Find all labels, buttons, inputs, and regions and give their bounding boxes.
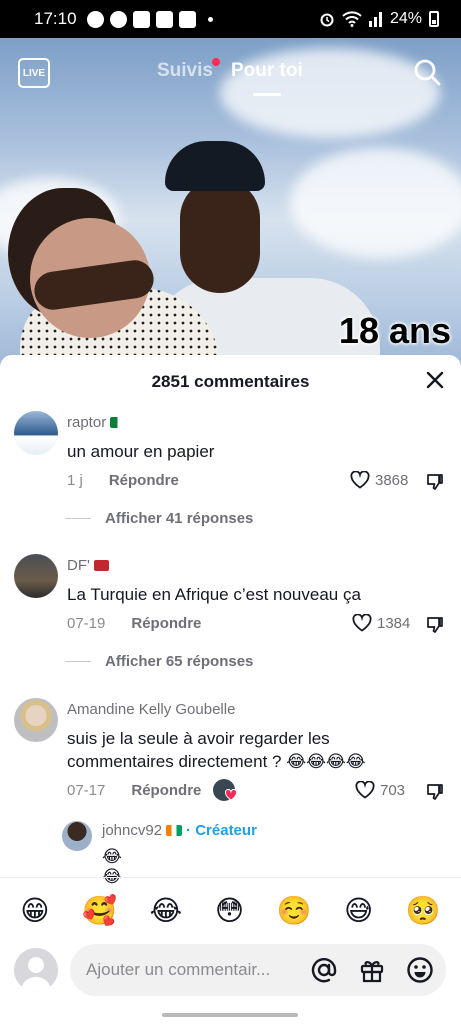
shazam-notification-icon bbox=[109, 10, 127, 28]
emoji-hearts[interactable]: 🥰 bbox=[82, 896, 117, 925]
morocco-flag-icon bbox=[93, 560, 109, 571]
comment-meta: 07-19 Répondre bbox=[67, 615, 201, 632]
alarm-icon bbox=[320, 13, 334, 27]
video-caption: 18 ans bbox=[338, 310, 451, 351]
comment-item: raptor un amour en papier 1 j Répondre 3… bbox=[0, 408, 461, 548]
gift-icon[interactable] bbox=[358, 956, 386, 984]
username-text: Amandine Kelly Goubelle bbox=[67, 701, 236, 718]
like-button[interactable]: 1384 bbox=[352, 614, 410, 632]
my-avatar[interactable] bbox=[14, 948, 58, 992]
like-button[interactable]: 703 bbox=[355, 781, 405, 799]
cloud bbox=[290, 148, 461, 258]
creator-avatar[interactable] bbox=[62, 821, 92, 851]
like-button[interactable]: 3868 bbox=[350, 471, 408, 489]
emoji-grin[interactable]: 😁 bbox=[20, 896, 49, 925]
replies-divider bbox=[65, 518, 91, 519]
like-count: 703 bbox=[380, 781, 406, 799]
checkbox-notification-icon bbox=[132, 10, 150, 28]
comments-count-title: 2851 commentaires bbox=[151, 372, 310, 391]
heart-icon bbox=[352, 614, 372, 632]
live-label: LIVE bbox=[22, 67, 46, 79]
view-replies-button[interactable]: Afficher 65 réponses bbox=[65, 653, 253, 670]
comment-date: 1 j bbox=[67, 472, 83, 489]
like-count: 1384 bbox=[377, 614, 411, 632]
emoji-pleading[interactable]: 🥺 bbox=[406, 896, 441, 925]
comment-text: un amour en papier bbox=[67, 442, 215, 461]
tab-following[interactable]: Suivis bbox=[157, 60, 213, 82]
emoji-joy[interactable]: 😂 bbox=[150, 896, 183, 925]
default-avatar-icon bbox=[20, 957, 52, 992]
status-time: 17:10 bbox=[34, 9, 77, 28]
comment-username[interactable]: Amandine Kelly Goubelle bbox=[67, 701, 235, 718]
app-notification-icon bbox=[86, 10, 104, 28]
replies-divider bbox=[65, 661, 91, 662]
more-notifications-icon bbox=[207, 16, 213, 22]
comment-meta: 07-17 Répondre bbox=[67, 782, 201, 799]
comment-username[interactable]: raptor bbox=[67, 414, 126, 431]
algeria-flag-icon bbox=[110, 417, 126, 428]
creator-tag: · Créateur bbox=[186, 822, 257, 839]
username-text: DF' bbox=[67, 557, 90, 574]
dislike-icon[interactable] bbox=[425, 615, 445, 635]
dislike-icon[interactable] bbox=[425, 782, 445, 802]
comment-meta: 1 j Répondre bbox=[67, 472, 179, 489]
emoji-flushed[interactable]: 😳 bbox=[215, 896, 244, 925]
ivory-coast-flag-icon bbox=[166, 825, 183, 836]
signal-icon bbox=[368, 12, 382, 27]
view-replies-label: Afficher 65 réponses bbox=[105, 653, 254, 670]
top-nav: LIVE Suivis Pour toi bbox=[0, 38, 461, 108]
heart-icon bbox=[350, 471, 370, 489]
user-avatar[interactable] bbox=[14, 554, 58, 598]
emoji-smiling[interactable]: ☺️ bbox=[277, 896, 312, 925]
comment-date: 07-19 bbox=[67, 615, 106, 632]
news-notification-icon bbox=[155, 10, 173, 28]
username-text: raptor bbox=[67, 414, 107, 431]
reply-button[interactable]: Répondre bbox=[131, 782, 201, 799]
emoji-sweat-smile[interactable]: 😅 bbox=[344, 896, 373, 925]
active-tab-indicator bbox=[253, 93, 281, 96]
close-icon[interactable] bbox=[424, 369, 446, 391]
live-button[interactable]: LIVE bbox=[18, 58, 50, 88]
comment-username[interactable]: DF' bbox=[67, 557, 109, 574]
dislike-icon[interactable] bbox=[425, 472, 445, 492]
heart-icon bbox=[225, 789, 237, 801]
gallery-notification-icon bbox=[178, 10, 196, 28]
comment-item: DF' La Turquie en Afrique c’est nouveau … bbox=[0, 551, 461, 691]
home-indicator[interactable] bbox=[162, 1013, 298, 1017]
comment-text: La Turquie en Afrique c’est nouveau ça bbox=[67, 585, 361, 604]
reply-button[interactable]: Répondre bbox=[109, 472, 179, 489]
comment-input-row bbox=[0, 943, 461, 1003]
liked-by-creator-badge bbox=[213, 779, 237, 803]
comment-text: suis je la seule à avoir regarder les co… bbox=[67, 729, 366, 771]
reply-username[interactable]: johncv92 · Créateur bbox=[102, 822, 257, 839]
system-icons: 24% bbox=[319, 10, 439, 28]
comment-input[interactable] bbox=[70, 944, 446, 996]
quick-emoji-bar: 😁 🥰 😂 😳 ☺️ 😅 🥺 bbox=[0, 877, 461, 943]
user-avatar[interactable] bbox=[14, 698, 58, 742]
wifi-icon bbox=[342, 11, 362, 27]
emoji-picker-icon[interactable] bbox=[406, 956, 434, 984]
battery-icon bbox=[429, 11, 439, 27]
new-content-dot bbox=[212, 58, 220, 66]
search-icon[interactable] bbox=[413, 58, 441, 86]
comment-item: Amandine Kelly Goubelle suis je la seule… bbox=[0, 695, 461, 886]
battery-percent: 24% bbox=[389, 10, 422, 27]
heart-icon bbox=[355, 781, 375, 799]
username-text: johncv92 bbox=[102, 822, 163, 839]
comment-date: 07-17 bbox=[67, 782, 106, 799]
like-count: 3868 bbox=[375, 471, 409, 489]
tab-for-you[interactable]: Pour toi bbox=[231, 60, 303, 82]
view-replies-button[interactable]: Afficher 41 réponses bbox=[65, 510, 253, 527]
user-avatar[interactable] bbox=[14, 411, 58, 455]
mention-icon[interactable] bbox=[310, 956, 338, 984]
status-bar: 17:10 24% bbox=[0, 0, 461, 38]
reply-button[interactable]: Répondre bbox=[131, 615, 201, 632]
sheet-header: 2851 commentaires bbox=[0, 355, 461, 405]
video-person-cap bbox=[165, 141, 265, 191]
notification-icons bbox=[86, 10, 213, 28]
view-replies-label: Afficher 41 réponses bbox=[105, 510, 254, 527]
video-person-head bbox=[180, 178, 260, 293]
